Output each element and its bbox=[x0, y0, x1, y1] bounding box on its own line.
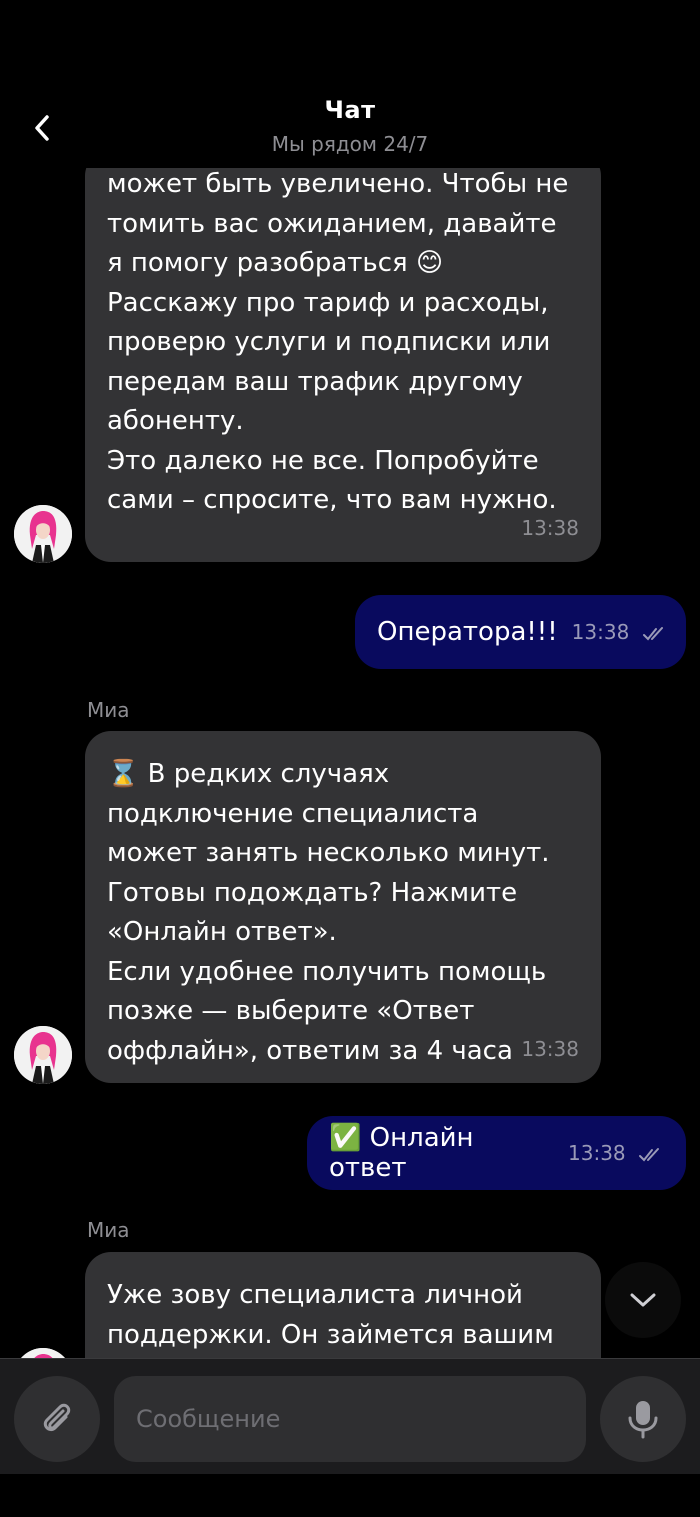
message-time: 13:38 bbox=[521, 1036, 579, 1061]
message-line: проверю услуги и подписки или bbox=[107, 327, 551, 357]
chevron-down-icon bbox=[630, 1293, 656, 1307]
message-line: томить вас ожиданием, давайте bbox=[107, 208, 557, 239]
message-line: поддержки. Он займется вашим bbox=[107, 1319, 554, 1350]
message-line: может быть увеличено. Чтобы не bbox=[107, 169, 569, 199]
chat-area[interactable]: может быть увеличено. Чтобы не томить ва… bbox=[0, 0, 700, 1358]
microphone-button[interactable] bbox=[600, 1376, 686, 1462]
avatar[interactable] bbox=[14, 1026, 72, 1084]
message-line: я помогу разобраться 😊 bbox=[107, 248, 444, 278]
message-line: подключение специалиста bbox=[107, 798, 479, 829]
sender-name: Миа bbox=[87, 1218, 130, 1242]
message-text: ✅ Онлайн ответ bbox=[329, 1123, 474, 1183]
message-line: Уже зову специалиста личной bbox=[107, 1280, 523, 1310]
page-subtitle: Мы рядом 24/7 bbox=[271, 132, 429, 156]
chat-header: Чат Мы рядом 24/7 bbox=[0, 0, 700, 168]
microphone-icon bbox=[628, 1401, 658, 1439]
double-check-icon bbox=[639, 1147, 659, 1161]
message-time: 13:38 bbox=[568, 1141, 664, 1165]
message-line: Это далеко не все. Попробуйте bbox=[107, 445, 539, 476]
message-line: оффлайн», ответим за 4 часа bbox=[107, 1035, 513, 1066]
message-line: Если удобнее получить помощь bbox=[107, 956, 547, 987]
composer-bar bbox=[0, 1358, 700, 1474]
message-line: передам ваш трафик другому bbox=[107, 366, 523, 397]
incoming-message: может быть увеличено. Чтобы не томить ва… bbox=[85, 150, 601, 562]
incoming-message: ⌛ В редких случаях подключение специалис… bbox=[85, 731, 601, 1083]
message-line: ⌛ В редких случаях bbox=[107, 759, 390, 789]
message-line: сами – спросите, что вам нужно. bbox=[107, 485, 557, 515]
message-line: «Онлайн ответ». bbox=[107, 917, 337, 947]
message-line: Готовы подождать? Нажмите bbox=[107, 877, 518, 908]
avatar[interactable] bbox=[14, 1348, 72, 1358]
message-line: абоненту. bbox=[107, 406, 244, 436]
outgoing-message: Оператора!!! 13:38 bbox=[355, 595, 686, 669]
page-title: Чат bbox=[324, 96, 376, 124]
message-time: 13:38 bbox=[572, 620, 668, 644]
sender-name: Миа bbox=[87, 698, 130, 722]
avatar[interactable] bbox=[14, 505, 72, 563]
message-line: Расскажу про тариф и расходы, bbox=[107, 287, 549, 318]
double-check-icon bbox=[642, 626, 663, 640]
message-text: Оператора!!! bbox=[377, 617, 558, 647]
scroll-down-button[interactable] bbox=[605, 1262, 681, 1338]
outgoing-message: ✅ Онлайн ответ 13:38 bbox=[307, 1116, 686, 1190]
message-line: позже — выберите «Ответ bbox=[107, 996, 475, 1026]
message-line: может занять несколько минут. bbox=[107, 838, 550, 868]
message-time: 13:38 bbox=[521, 515, 579, 540]
message-input[interactable] bbox=[114, 1376, 586, 1462]
attach-button[interactable] bbox=[14, 1376, 100, 1462]
incoming-message: Уже зову специалиста личной поддержки. О… bbox=[85, 1252, 601, 1358]
paperclip-icon bbox=[43, 1403, 71, 1432]
